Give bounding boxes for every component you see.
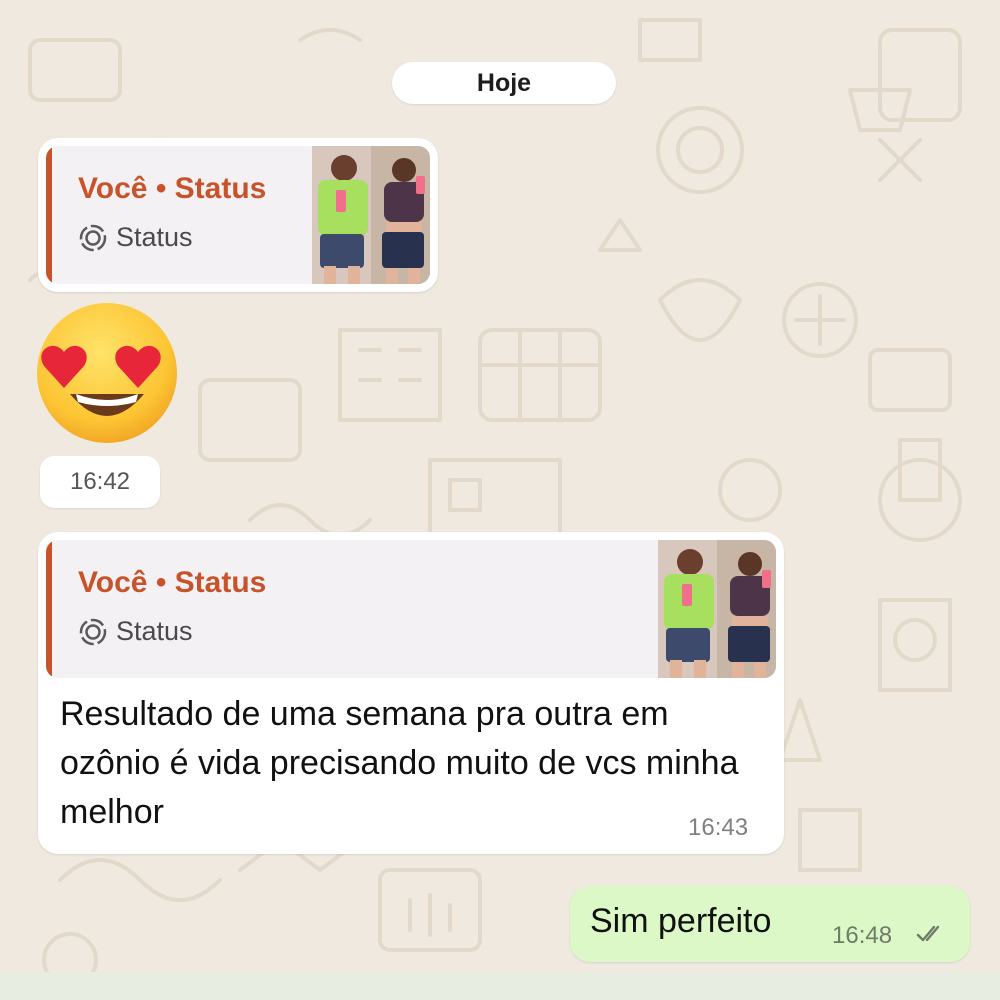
quote-author: Você • Status (78, 566, 267, 599)
quote-type: Status (78, 616, 193, 647)
quoted-status-reply[interactable]: Você • Status Status (46, 540, 776, 678)
heart-eyes-emoji (37, 303, 177, 443)
message-time: 16:48 (832, 922, 893, 949)
status-thumbnail (658, 540, 776, 678)
message-bubble-incoming[interactable]: Você • Status Status (38, 138, 438, 292)
message-time-pill: 16:42 (40, 456, 160, 508)
status-thumbnail (312, 146, 430, 284)
quoted-status-reply[interactable]: Você • Status Status (46, 146, 430, 284)
message-bubble-incoming[interactable]: Você • Status Status Resultado de uma se… (38, 532, 784, 854)
quote-type-label: Status (116, 222, 193, 252)
message-time: 16:42 (69, 468, 131, 495)
message-text: Resultado de uma semana pra outra em ozô… (60, 695, 739, 831)
quote-accent-bar (46, 540, 52, 678)
quote-author: Você • Status (78, 172, 267, 205)
quote-type: Status (78, 222, 193, 253)
message-time: 16:43 (688, 814, 749, 841)
quote-accent-bar (46, 146, 52, 284)
message-bubble-outgoing[interactable]: Sim perfeito 16:48 (570, 886, 970, 962)
date-separator: Hoje (392, 62, 616, 104)
quote-type-label: Status (116, 616, 193, 646)
date-separator-label: Hoje (476, 68, 532, 97)
bottom-strip (0, 972, 1000, 1000)
status-ring-icon (79, 224, 107, 251)
message-text: Sim perfeito (590, 902, 772, 940)
status-ring-icon (79, 618, 107, 645)
double-check-icon (916, 925, 940, 942)
